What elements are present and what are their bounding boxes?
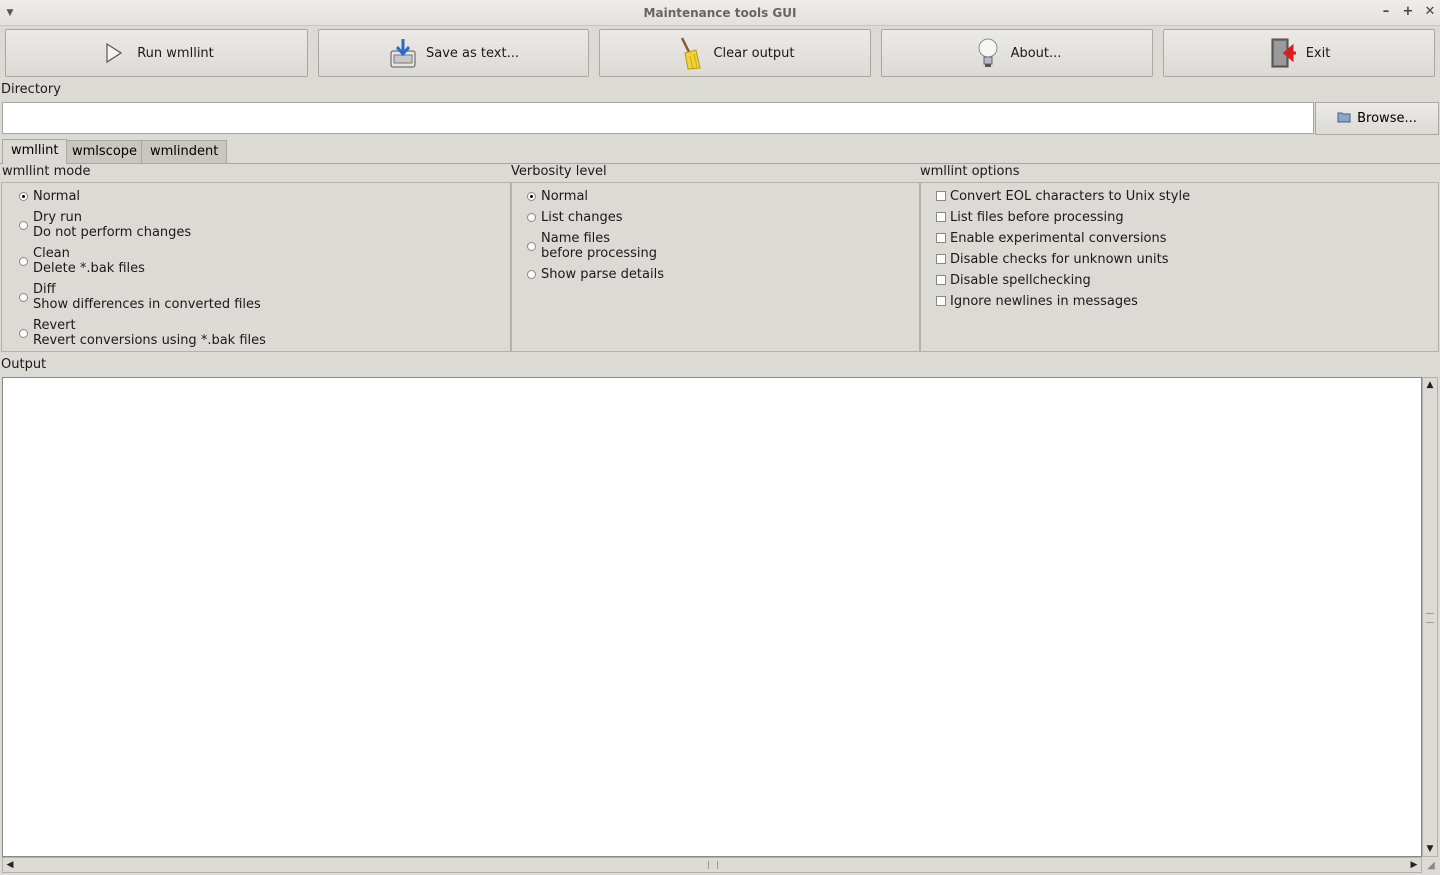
radio-button[interactable] [19, 221, 28, 230]
horizontal-scrollbar[interactable]: ◀ ▶ [2, 857, 1422, 873]
verbosity-group-title: Verbosity level [511, 164, 607, 179]
close-icon[interactable]: ✕ [1422, 4, 1438, 20]
options-group: Convert EOL characters to Unix style Lis… [920, 182, 1439, 352]
radio-button[interactable] [19, 257, 28, 266]
mode-option-description: Revert conversions using *.bak files [33, 333, 266, 348]
run-wmllint-button[interactable]: Run wmllint [5, 29, 308, 77]
about-button[interactable]: About... [881, 29, 1153, 77]
maximize-icon[interactable]: + [1400, 4, 1416, 20]
broom-icon [675, 36, 705, 70]
mode-option-label: Dry run [33, 210, 83, 225]
checkbox[interactable] [936, 296, 946, 306]
option-label: Ignore newlines in messages [950, 294, 1138, 309]
folder-icon [1337, 111, 1351, 127]
scroll-right-icon[interactable]: ▶ [1408, 858, 1420, 872]
save-as-text-button[interactable]: Save as text... [318, 29, 589, 77]
save-as-text-label: Save as text... [426, 45, 519, 61]
option-label: Disable checks for unknown units [950, 252, 1169, 267]
verbosity-option-label: Name files [541, 231, 611, 246]
radio-button[interactable] [527, 242, 536, 251]
verbosity-option-description: before processing [541, 246, 658, 261]
radio-button[interactable] [19, 192, 28, 201]
mode-group: Normal Dry run Do not perform changes Cl… [1, 182, 511, 352]
checkbox[interactable] [936, 212, 946, 222]
exit-label: Exit [1305, 45, 1331, 61]
output-text-area[interactable] [2, 377, 1422, 857]
tab-wmlscope[interactable]: wmlscope [63, 140, 147, 163]
scroll-grip[interactable] [1426, 613, 1434, 623]
mode-option-description: Show differences in converted files [33, 297, 261, 312]
play-icon [99, 36, 129, 70]
output-label: Output [1, 357, 47, 372]
verbosity-option-label: Show parse details [541, 267, 664, 282]
scroll-left-icon[interactable]: ◀ [4, 858, 16, 872]
tab-pane-border [0, 163, 1440, 164]
tab-wmllint[interactable]: wmllint [2, 139, 68, 164]
option-label: List files before processing [950, 210, 1124, 225]
directory-label: Directory [1, 82, 61, 97]
browse-button[interactable]: Browse... [1315, 102, 1439, 135]
save-icon [388, 36, 418, 70]
exit-door-icon [1268, 36, 1298, 70]
checkbox[interactable] [936, 191, 946, 201]
option-label: Enable experimental conversions [950, 231, 1167, 246]
verbosity-option-label: List changes [541, 210, 623, 225]
mode-option-description: Delete *.bak files [33, 261, 145, 276]
checkbox[interactable] [936, 275, 946, 285]
directory-input[interactable] [2, 102, 1314, 134]
window-title: Maintenance tools GUI [643, 6, 797, 20]
mode-option-label: Normal [33, 189, 81, 204]
minimize-icon[interactable]: – [1378, 4, 1394, 20]
run-wmllint-label: Run wmllint [137, 45, 214, 61]
browse-label: Browse... [1357, 111, 1417, 126]
vertical-scrollbar[interactable]: ▲ ▼ [1422, 377, 1438, 857]
mode-option-description: Do not perform changes [33, 225, 192, 240]
exit-button[interactable]: Exit [1163, 29, 1435, 77]
options-group-title: wmllint options [920, 164, 1020, 179]
option-label: Disable spellchecking [950, 273, 1091, 288]
tab-wmlindent[interactable]: wmlindent [141, 140, 228, 163]
radio-button[interactable] [527, 213, 536, 222]
radio-button[interactable] [527, 270, 536, 279]
option-label: Convert EOL characters to Unix style [950, 189, 1191, 204]
mode-group-title: wmllint mode [2, 164, 91, 179]
radio-button[interactable] [19, 293, 28, 302]
mode-option-label: Revert [33, 318, 76, 333]
verbosity-option-label: Normal [541, 189, 589, 204]
clear-output-button[interactable]: Clear output [599, 29, 871, 77]
lightbulb-icon [973, 36, 1003, 70]
checkbox[interactable] [936, 233, 946, 243]
size-grip-icon[interactable]: ◢ [1424, 859, 1438, 873]
radio-button[interactable] [19, 329, 28, 338]
clear-output-label: Clear output [713, 45, 795, 61]
title-bar: ▼ Maintenance tools GUI – + ✕ [0, 0, 1440, 26]
about-label: About... [1010, 45, 1062, 61]
radio-button[interactable] [527, 192, 536, 201]
scroll-grip[interactable] [708, 861, 718, 869]
checkbox[interactable] [936, 254, 946, 264]
scroll-down-icon[interactable]: ▼ [1423, 843, 1437, 855]
verbosity-group: Normal List changes Name files before pr… [511, 182, 920, 352]
scroll-up-icon[interactable]: ▲ [1423, 379, 1437, 391]
mode-option-label: Diff [33, 282, 56, 297]
mode-option-label: Clean [33, 246, 70, 261]
